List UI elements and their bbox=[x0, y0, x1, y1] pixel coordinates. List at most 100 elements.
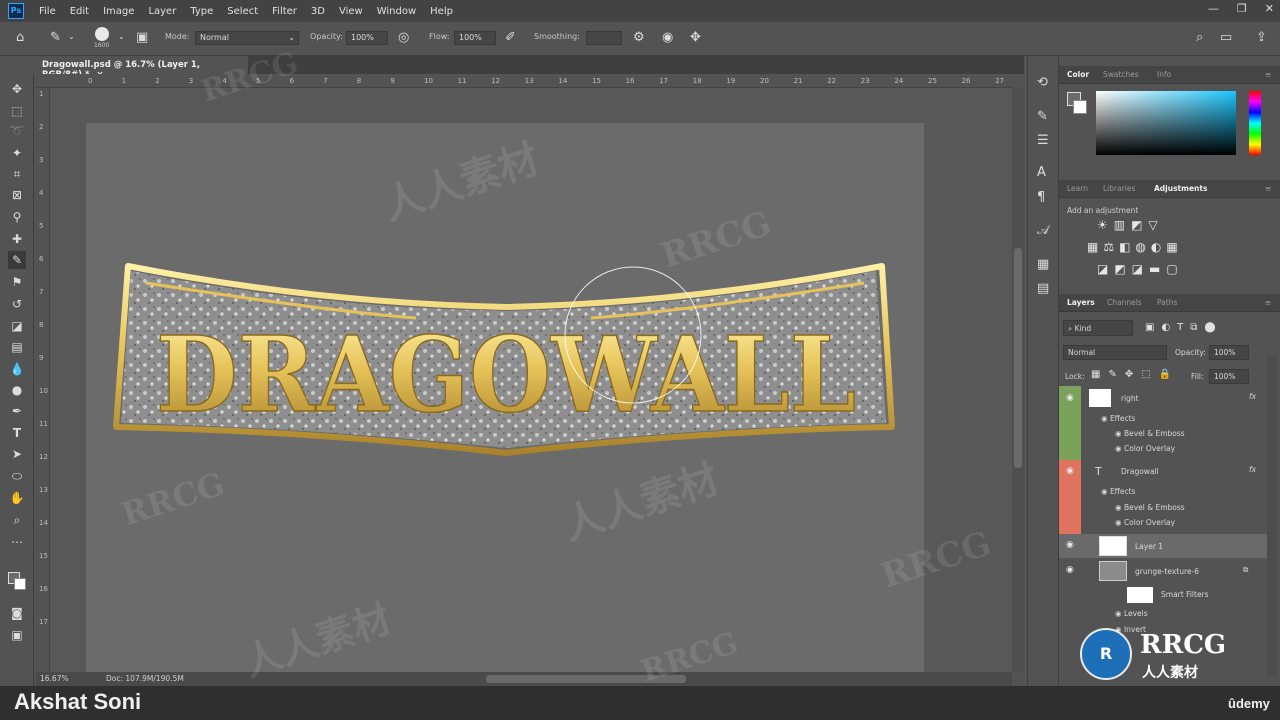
layer-row-layer-1[interactable]: ◉ Layer 1 bbox=[1059, 534, 1267, 558]
tab-info[interactable]: Info bbox=[1157, 70, 1171, 79]
tab-learn[interactable]: Learn bbox=[1067, 184, 1088, 193]
minimize-button[interactable]: — bbox=[1208, 2, 1219, 15]
close-button[interactable]: ✕ bbox=[1265, 2, 1274, 15]
crop-tool-icon[interactable]: ⌗ bbox=[8, 165, 26, 183]
history-brush-tool-icon[interactable]: ↺ bbox=[8, 295, 26, 313]
blur-tool-icon[interactable]: 💧 bbox=[8, 360, 26, 378]
brush-settings-icon[interactable]: ▣ bbox=[136, 31, 148, 44]
layer-row-right[interactable]: ◉ right fx bbox=[1059, 387, 1267, 411]
pressure-opacity-icon[interactable]: ◎ bbox=[398, 31, 409, 44]
lasso-tool-icon[interactable]: ➰ bbox=[8, 122, 26, 140]
visibility-eye-icon[interactable]: ◉ bbox=[1066, 466, 1074, 476]
vertical-scrollbar[interactable] bbox=[1012, 88, 1024, 672]
menu-select[interactable]: Select bbox=[220, 6, 265, 17]
brush-tool-selected-icon[interactable]: ✎ bbox=[8, 251, 26, 269]
visibility-eye-icon[interactable]: ◉ bbox=[1066, 540, 1074, 550]
menu-3d[interactable]: 3D bbox=[304, 6, 332, 17]
fill-field[interactable]: 100% bbox=[1209, 369, 1249, 384]
brush-settings-panel-icon[interactable]: ☰ bbox=[1037, 134, 1049, 147]
pen-tool-icon[interactable]: ✒ bbox=[8, 402, 26, 420]
document-tab[interactable]: Dragowall.psd @ 16.7% (Layer 1, RGB/8#) … bbox=[36, 56, 248, 80]
tab-color[interactable]: Color bbox=[1067, 70, 1089, 79]
filter-levels[interactable]: ◉ Levels bbox=[1115, 609, 1148, 618]
adjustments-menu-icon[interactable]: ≡ bbox=[1265, 184, 1271, 193]
smart-filter-mask-thumbnail[interactable] bbox=[1127, 587, 1153, 603]
hue-slider[interactable] bbox=[1249, 91, 1261, 155]
color-background-swatch[interactable] bbox=[1073, 100, 1087, 114]
effect-color-overlay[interactable]: ◉ Color Overlay bbox=[1115, 518, 1175, 527]
visibility-eye-icon[interactable]: ◉ bbox=[1066, 393, 1074, 403]
properties-panel-icon[interactable]: ▦ bbox=[1037, 258, 1049, 271]
brush-preset-icon[interactable] bbox=[95, 27, 109, 41]
layers-menu-icon[interactable]: ≡ bbox=[1265, 298, 1271, 307]
menu-help[interactable]: Help bbox=[423, 6, 460, 17]
pressure-size-icon[interactable]: ◉ bbox=[662, 31, 673, 44]
menu-type[interactable]: Type bbox=[183, 6, 220, 17]
tab-paths[interactable]: Paths bbox=[1157, 298, 1177, 307]
adjustment-icons-row-1[interactable]: ☀▥◩▽ bbox=[1097, 218, 1164, 232]
hand-tool-icon[interactable]: ✋ bbox=[8, 489, 26, 507]
libraries-panel-icon[interactable]: ▤ bbox=[1037, 282, 1049, 295]
glyphs-panel-icon[interactable]: 𝒜 bbox=[1037, 224, 1049, 237]
stamp-tool-icon[interactable]: ⚑ bbox=[8, 273, 26, 291]
healing-brush-tool-icon[interactable]: ✚ bbox=[8, 230, 26, 248]
fx-icon[interactable]: fx bbox=[1249, 392, 1256, 401]
layer-row-grunge-texture[interactable]: ◉ grunge-texture-6 ⧉ bbox=[1059, 559, 1267, 583]
menu-image[interactable]: Image bbox=[96, 6, 141, 17]
menu-window[interactable]: Window bbox=[370, 6, 423, 17]
paragraph-panel-icon[interactable]: ¶ bbox=[1037, 191, 1045, 204]
menu-file[interactable]: File bbox=[32, 6, 63, 17]
share-icon[interactable]: ⇪ bbox=[1256, 31, 1267, 44]
gradient-tool-icon[interactable]: ▤ bbox=[8, 338, 26, 356]
menu-view[interactable]: View bbox=[332, 6, 370, 17]
tab-channels[interactable]: Channels bbox=[1107, 298, 1142, 307]
mode-select[interactable]: Normal ⌄ bbox=[195, 31, 299, 45]
menu-filter[interactable]: Filter bbox=[265, 6, 304, 17]
frame-tool-icon[interactable]: ⊠ bbox=[8, 186, 26, 204]
path-selection-tool-icon[interactable]: ➤ bbox=[8, 445, 26, 463]
restore-button[interactable]: ❐ bbox=[1237, 2, 1247, 15]
tab-swatches[interactable]: Swatches bbox=[1103, 70, 1139, 79]
more-tools-icon[interactable]: ⋯ bbox=[8, 533, 26, 551]
tab-layers[interactable]: Layers bbox=[1067, 298, 1095, 307]
document-canvas[interactable]: DRAGOWALL bbox=[86, 123, 924, 676]
layer-kind-filter[interactable]: ⌕ Kind bbox=[1063, 320, 1133, 336]
shape-tool-icon[interactable]: ⬭ bbox=[8, 467, 26, 485]
flow-field[interactable]: 100% bbox=[454, 31, 496, 45]
zoom-level[interactable]: 16.67% bbox=[40, 674, 69, 683]
tab-libraries[interactable]: Libraries bbox=[1103, 184, 1135, 193]
search-icon[interactable]: ⌕ bbox=[1196, 31, 1203, 44]
opacity-field[interactable]: 100% bbox=[346, 31, 388, 45]
zoom-tool-icon[interactable]: ⌕ bbox=[8, 511, 26, 529]
gear-icon[interactable]: ⚙ bbox=[633, 31, 645, 44]
effect-bevel-emboss[interactable]: ◉ Bevel & Emboss bbox=[1115, 429, 1185, 438]
eyedropper-tool-icon[interactable]: ⚲ bbox=[8, 208, 26, 226]
effect-bevel-emboss[interactable]: ◉ Bevel & Emboss bbox=[1115, 503, 1185, 512]
brush-panel-icon[interactable]: ✎ bbox=[1037, 110, 1048, 123]
quick-mask-icon[interactable]: ◙ bbox=[8, 604, 26, 622]
brush-tool-icon[interactable]: ✎ bbox=[50, 31, 61, 44]
airbrush-icon[interactable]: ✐ bbox=[505, 31, 516, 44]
type-tool-icon[interactable]: T bbox=[8, 424, 26, 442]
character-panel-icon[interactable]: A bbox=[1037, 166, 1046, 179]
screen-mode-icon[interactable]: ▣ bbox=[8, 626, 26, 644]
menu-layer[interactable]: Layer bbox=[141, 6, 183, 17]
tab-adjustments[interactable]: Adjustments bbox=[1154, 184, 1207, 193]
home-icon[interactable]: ⌂ bbox=[16, 31, 24, 44]
visibility-eye-icon[interactable]: ◉ bbox=[1066, 565, 1074, 575]
color-field[interactable] bbox=[1096, 91, 1236, 155]
adjustment-icons-row-2[interactable]: ▦⚖◧◍◐▦ bbox=[1087, 240, 1183, 254]
layers-opacity-field[interactable]: 100% bbox=[1209, 345, 1249, 360]
horizontal-scrollbar[interactable] bbox=[486, 675, 686, 683]
adjustment-icons-row-3[interactable]: ◪◩◪▬▢ bbox=[1097, 262, 1184, 276]
smoothing-field[interactable] bbox=[586, 31, 622, 45]
symmetry-icon[interactable]: ✥ bbox=[690, 31, 701, 44]
background-color-swatch[interactable] bbox=[14, 578, 26, 590]
history-panel-icon[interactable]: ⟲ bbox=[1037, 76, 1048, 89]
magic-wand-tool-icon[interactable]: ✦ bbox=[8, 144, 26, 162]
layer-row-dragowall[interactable]: ◉ T Dragowall fx bbox=[1059, 460, 1267, 484]
dodge-tool-icon[interactable]: ● bbox=[8, 381, 26, 399]
menu-edit[interactable]: Edit bbox=[63, 6, 96, 17]
eraser-tool-icon[interactable]: ◪ bbox=[8, 317, 26, 335]
layer-filter-icons[interactable]: ▣◐T⧉⬤ bbox=[1145, 322, 1223, 333]
